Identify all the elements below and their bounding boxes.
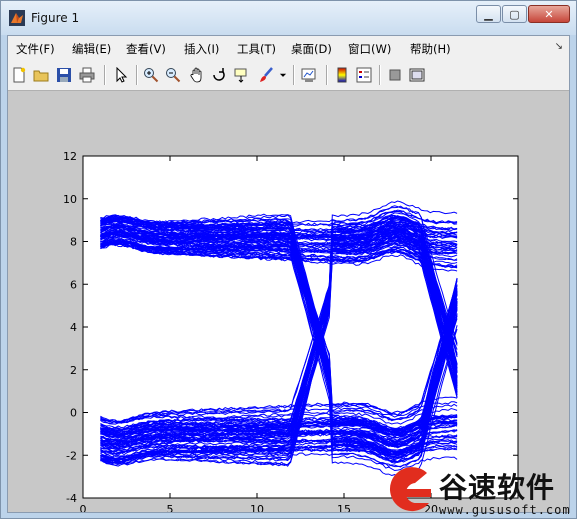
eye-diagram-chart[interactable]: 0 5 10 15 20-4-2024681012 <box>8 91 571 516</box>
menu-edit[interactable]: 编辑(E) <box>72 41 111 57</box>
brush-button[interactable] <box>257 66 275 84</box>
open-file-button[interactable] <box>32 66 50 84</box>
print-button[interactable] <box>78 66 96 84</box>
brush-icon <box>260 67 273 82</box>
minimize-icon: ▁ <box>484 7 493 21</box>
minimize-button[interactable]: ▁ <box>476 5 501 23</box>
y-tick-label: 4 <box>70 321 77 334</box>
rotate-3d-icon <box>213 68 225 81</box>
brush-dropdown-button[interactable] <box>278 66 288 84</box>
menu-dock-arrow-icon[interactable]: ↘ <box>555 41 563 52</box>
select-arrow-icon <box>116 67 128 83</box>
hide-plot-tools-icon <box>389 69 401 81</box>
save-icon <box>57 68 71 82</box>
watermark-url: www.gususoft.com <box>439 503 571 517</box>
menu-window[interactable]: 窗口(W) <box>348 41 391 57</box>
window-title: Figure 1 <box>31 11 80 25</box>
zoom-out-icon <box>166 68 181 83</box>
link-plot-icon <box>301 68 316 82</box>
menu-help[interactable]: 帮助(H) <box>410 41 451 57</box>
plot-area: 0 5 10 15 20 -4 -2 0 2 4 6 8 10 12 <box>8 91 571 516</box>
brush-dropdown-icon <box>279 73 287 77</box>
zoom-in-button[interactable] <box>142 66 160 84</box>
data-cursor-button[interactable] <box>233 66 251 84</box>
menu-insert[interactable]: 插入(I) <box>184 41 219 57</box>
y-tick-label: 2 <box>70 364 77 377</box>
menu-tools[interactable]: 工具(T) <box>237 41 276 57</box>
menu-file[interactable]: 文件(F) <box>16 41 55 57</box>
maximize-icon: ▢ <box>509 7 520 21</box>
data-cursor-icon <box>234 68 247 83</box>
new-figure-button[interactable] <box>10 66 28 84</box>
watermark-text: 谷速软件 <box>439 471 556 504</box>
x-tick-label: 0 <box>80 503 87 512</box>
y-tick-label: 0 <box>70 407 77 420</box>
maximize-button[interactable]: ▢ <box>502 5 527 23</box>
x-tick-label: 10 <box>250 503 264 512</box>
show-plot-tools-button[interactable] <box>408 66 426 84</box>
x-tick-label: 15 <box>337 503 351 512</box>
y-tick-label: -4 <box>66 492 77 505</box>
y-tick-label: 8 <box>70 236 77 249</box>
select-arrow-button[interactable] <box>112 66 130 84</box>
link-plot-button[interactable] <box>300 66 318 84</box>
legend-icon <box>356 67 372 83</box>
legend-button[interactable] <box>355 66 373 84</box>
y-tick-label: -2 <box>66 449 77 462</box>
new-figure-icon <box>13 67 26 83</box>
close-button[interactable]: ✕ <box>528 5 570 23</box>
print-icon <box>79 67 95 83</box>
colorbar-button[interactable] <box>333 66 351 84</box>
rotate-3d-button[interactable] <box>210 66 228 84</box>
open-file-icon <box>33 70 49 82</box>
x-tick-label: 5 <box>167 503 174 512</box>
matlab-logo-icon <box>9 10 25 26</box>
pan-hand-icon <box>190 67 202 83</box>
gusu-logo-icon <box>389 467 431 512</box>
menu-desktop[interactable]: 桌面(D) <box>291 41 332 57</box>
save-button[interactable] <box>55 66 73 84</box>
y-tick-label: 12 <box>63 150 77 163</box>
zoom-out-button[interactable] <box>164 66 182 84</box>
zoom-in-icon <box>144 68 159 83</box>
y-tick-label: 6 <box>70 278 77 291</box>
pan-button[interactable] <box>188 66 206 84</box>
close-icon: ✕ <box>544 7 554 21</box>
hide-plot-tools-button[interactable] <box>386 66 404 84</box>
menu-view[interactable]: 查看(V) <box>126 41 166 57</box>
menu-bar: 文件(F) 编辑(E) 查看(V) 插入(I) 工具(T) 桌面(D) 窗口(W… <box>8 36 569 60</box>
show-plot-tools-icon <box>409 68 425 82</box>
figure-window: Figure 1 ▁ ▢ ✕ 文件(F) 编辑(E) 查看(V) 插入(I) 工… <box>0 0 577 519</box>
watermark: 谷速软件 www.gususoft.com <box>381 463 577 519</box>
figure-client: 文件(F) 编辑(E) 查看(V) 插入(I) 工具(T) 桌面(D) 窗口(W… <box>7 35 571 516</box>
figure-toolbar <box>8 60 569 91</box>
colorbar-icon <box>337 67 347 83</box>
y-tick-label: 10 <box>63 193 77 206</box>
title-bar[interactable]: Figure 1 ▁ ▢ ✕ <box>1 1 576 35</box>
